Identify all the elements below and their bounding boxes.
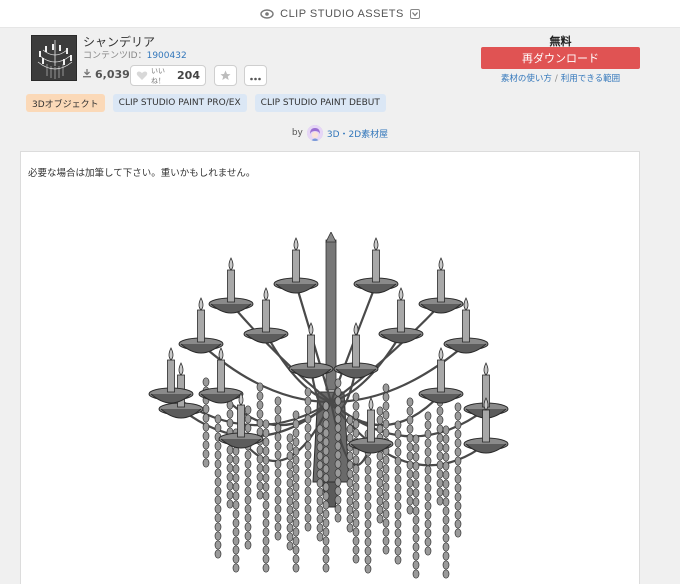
more-dots-icon bbox=[250, 66, 261, 85]
download-count: 6,039 bbox=[82, 68, 130, 81]
like-label: いいね！ bbox=[151, 66, 165, 85]
star-icon bbox=[220, 66, 231, 85]
description-text: 必要な場合は加筆して下さい。重いかもしれません。 bbox=[28, 168, 256, 179]
favorite-button[interactable] bbox=[214, 65, 237, 86]
tag-3d-object[interactable]: 3Dオブジェクト bbox=[26, 94, 105, 112]
chandelier-image bbox=[148, 232, 509, 579]
usage-link[interactable]: 素材の使い方 bbox=[501, 74, 552, 84]
like-count: 204 bbox=[177, 69, 200, 82]
eye-icon bbox=[260, 7, 274, 21]
help-links: 素材の使い方 / 利用できる範囲 bbox=[481, 72, 640, 84]
apps-link[interactable]: 利用できる範囲 bbox=[561, 74, 620, 84]
by-label: by bbox=[291, 128, 303, 138]
description-panel: 必要な場合は加筆して下さい。重いかもしれません。 bbox=[20, 151, 640, 584]
download-count-value: 6,039 bbox=[95, 68, 130, 81]
top-bar: CLIP STUDIO ASSETS bbox=[0, 0, 680, 28]
content-id: コンテンツID：1900432 bbox=[83, 48, 187, 61]
tag-pro-ex[interactable]: CLIP STUDIO PAINT PRO/EX bbox=[112, 94, 247, 112]
redownload-button[interactable]: 再ダウンロード bbox=[481, 47, 640, 69]
more-button[interactable] bbox=[244, 65, 267, 86]
content-id-link[interactable]: 1900432 bbox=[147, 51, 187, 61]
dropdown-box-icon[interactable] bbox=[409, 8, 420, 19]
tag-debut[interactable]: CLIP STUDIO PAINT DEBUT bbox=[254, 94, 386, 112]
asset-thumbnail[interactable] bbox=[31, 35, 77, 81]
link-separator: / bbox=[554, 74, 558, 84]
creator-line: by 3D・2D素材屋 bbox=[0, 125, 680, 141]
tag-list: 3Dオブジェクト CLIP STUDIO PAINT PRO/EX CLIP S… bbox=[26, 94, 386, 112]
download-icon bbox=[82, 68, 92, 81]
avatar[interactable] bbox=[306, 125, 323, 141]
site-title[interactable]: CLIP STUDIO ASSETS bbox=[280, 8, 404, 20]
creator-name-link[interactable]: 3D・2D素材屋 bbox=[327, 127, 388, 140]
heart-icon bbox=[136, 66, 148, 85]
content-id-label: コンテンツID： bbox=[83, 51, 147, 61]
like-button[interactable]: いいね！ 204 bbox=[130, 65, 206, 86]
asset-header: シャンデリア コンテンツID：1900432 6,039 いいね！ 204 無料… bbox=[0, 29, 680, 119]
